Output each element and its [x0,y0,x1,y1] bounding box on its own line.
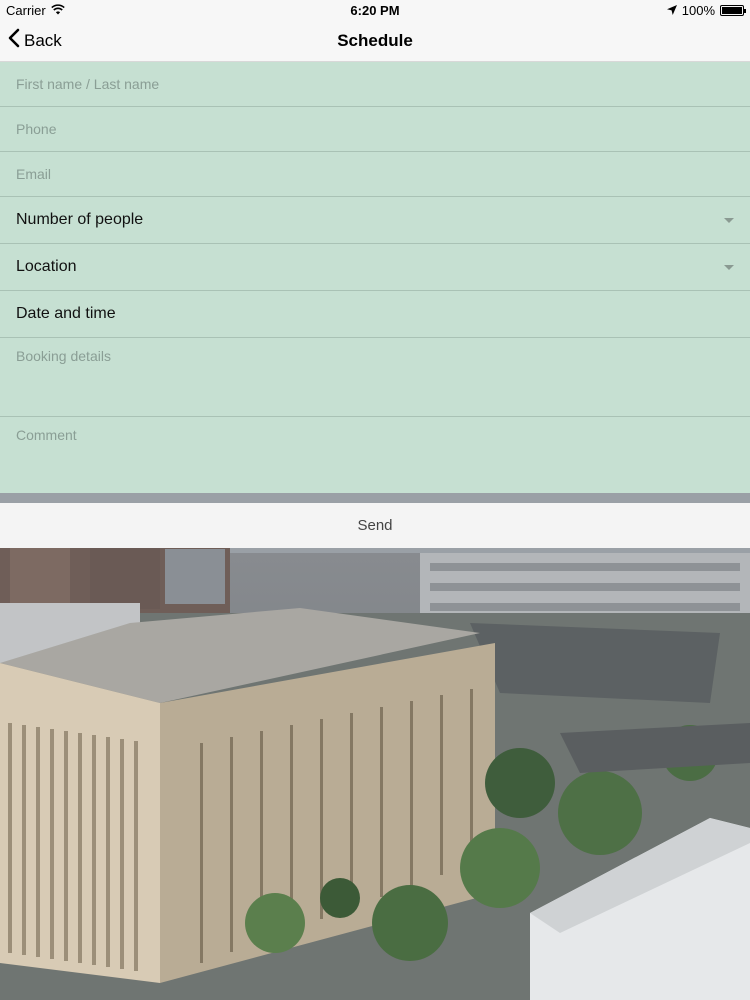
schedule-form: Number of people Location Date and time [0,62,750,493]
name-field-row [0,62,750,107]
clock: 6:20 PM [350,2,400,18]
location-select[interactable]: Location [0,244,750,291]
datetime-picker[interactable]: Date and time [0,291,750,338]
phone-input[interactable] [16,121,734,137]
back-button[interactable]: Back [0,28,160,53]
navigation-bar: Back Schedule [0,20,750,62]
datetime-picker-label: Date and time [16,305,116,322]
phone-field-row [0,107,750,152]
battery-percent: 100% [681,2,715,18]
back-label: Back [24,30,62,50]
people-select[interactable]: Number of people [0,197,750,244]
status-left: Carrier [6,3,246,18]
status-right: 100% [504,2,746,18]
dropdown-caret-icon [724,264,734,270]
chevron-left-icon [8,28,20,53]
battery-icon [720,4,746,16]
booking-details-input[interactable] [16,348,734,406]
battery-fill [722,6,742,14]
dropdown-caret-icon [724,217,734,223]
carrier-label: Carrier [6,2,46,18]
background-photo [0,493,750,1000]
email-input[interactable] [16,166,734,182]
send-button[interactable]: Send [0,503,750,548]
status-bar: Carrier 6:20 PM 100% [0,0,750,20]
location-arrow-icon [666,3,677,18]
people-select-label: Number of people [16,211,144,228]
email-field-row [0,152,750,197]
name-input[interactable] [16,76,734,92]
wifi-icon [50,3,65,18]
location-select-label: Location [16,258,77,275]
comment-row [0,417,750,493]
comment-input[interactable] [16,427,734,483]
booking-details-row [0,338,750,417]
